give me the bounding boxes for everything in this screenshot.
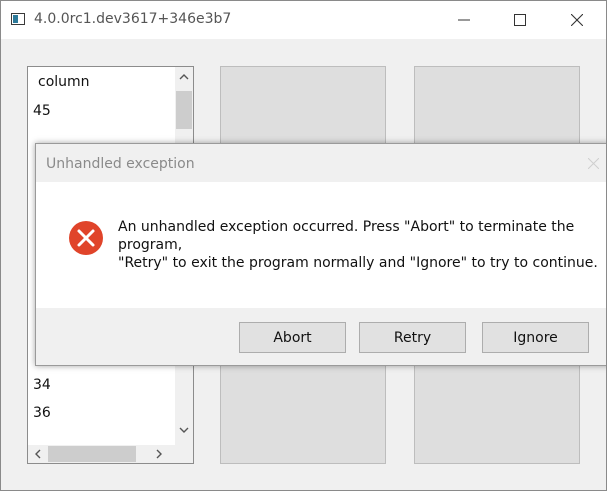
dialog-body: An unhandled exception occurred. Press "…	[36, 182, 606, 308]
main-window: 4.0.0rc1.dev3617+346e3b7 column 45 34 36	[0, 0, 607, 491]
horizontal-scroll-thumb[interactable]	[48, 446, 136, 462]
horizontal-scrollbar[interactable]	[28, 445, 176, 463]
message-line: "Retry" to exit the program normally and…	[118, 255, 598, 271]
minimize-icon	[458, 19, 470, 21]
message-line: An unhandled exception occurred. Press "…	[118, 219, 575, 235]
title-bar[interactable]: 4.0.0rc1.dev3617+346e3b7	[1, 1, 606, 39]
close-button[interactable]	[554, 1, 600, 39]
window-title: 4.0.0rc1.dev3617+346e3b7	[34, 11, 232, 27]
placeholder-panel	[220, 361, 386, 464]
dialog-title: Unhandled exception	[46, 156, 195, 172]
chevron-left-icon[interactable]	[34, 449, 41, 459]
list-item[interactable]: 34	[28, 371, 181, 399]
app-icon	[11, 13, 25, 25]
ignore-button[interactable]: Ignore	[482, 322, 589, 353]
placeholder-panel	[220, 66, 386, 146]
scrollbar-corner	[175, 445, 193, 463]
close-icon	[571, 14, 583, 26]
column-header-label: column	[38, 74, 90, 90]
list-item[interactable]: 45	[28, 97, 176, 125]
exception-dialog: Unhandled exception An unhandled excepti…	[35, 143, 606, 366]
abort-button[interactable]: Abort	[239, 322, 346, 353]
message-line: program,	[118, 237, 183, 253]
placeholder-panel	[414, 66, 580, 146]
maximize-button[interactable]	[497, 1, 543, 39]
chevron-up-icon[interactable]	[179, 73, 189, 80]
list-item[interactable]: 36	[28, 399, 181, 427]
retry-button[interactable]: Retry	[359, 322, 466, 353]
vertical-scroll-thumb[interactable]	[176, 91, 192, 129]
error-icon	[69, 221, 103, 255]
chevron-right-icon[interactable]	[156, 449, 163, 459]
maximize-icon	[514, 14, 526, 26]
placeholder-panel	[414, 361, 580, 464]
chevron-down-icon[interactable]	[179, 427, 189, 434]
list-rows: 45	[28, 97, 176, 125]
minimize-button[interactable]	[441, 1, 487, 39]
dialog-message: An unhandled exception occurred. Press "…	[118, 218, 598, 272]
dialog-close-icon[interactable]	[588, 158, 599, 169]
column-header[interactable]: column	[28, 67, 176, 97]
